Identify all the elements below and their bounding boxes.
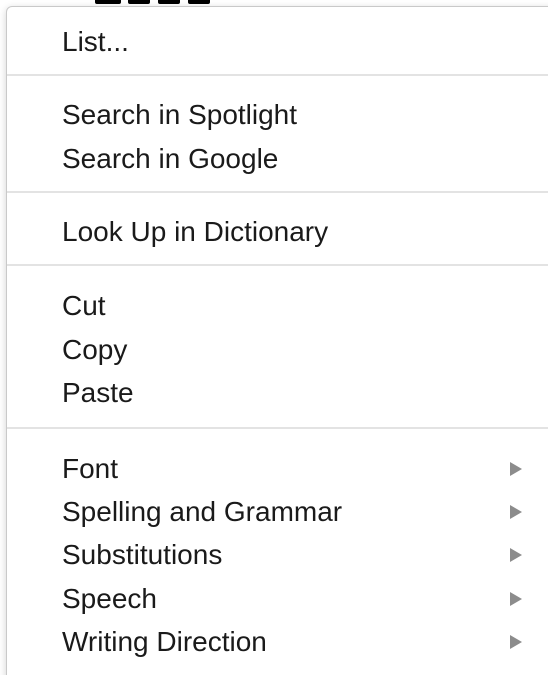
menu-item-cut[interactable]: Cut (62, 286, 542, 326)
triangle-right-icon (510, 462, 522, 476)
menu-item-writing-direction[interactable]: Writing Direction (62, 622, 542, 662)
menu-item-label: Font (62, 453, 119, 484)
menu-item-speech[interactable]: Speech (62, 579, 542, 619)
menu-item-label: Cut (62, 290, 106, 321)
menu-item-paste[interactable]: Paste (62, 373, 542, 413)
menu-separator (7, 191, 548, 193)
menu-item-label: Speech (62, 583, 157, 614)
triangle-right-icon (510, 548, 522, 562)
triangle-right-icon (510, 505, 522, 519)
menu-item-search-in-spotlight[interactable]: Search in Spotlight (62, 95, 542, 135)
menu-item-label: Copy (62, 334, 128, 365)
menu-item-label: Substitutions (62, 539, 223, 570)
context-menu: List... Search in Spotlight Search in Go… (6, 6, 548, 675)
menu-item-label: Spelling and Grammar (62, 496, 343, 527)
menu-item-label: Look Up in Dictionary (62, 216, 329, 247)
menu-item-label: Paste (62, 377, 134, 408)
menu-item-label: Search in Spotlight (62, 99, 298, 130)
menu-item-look-up-in-dictionary[interactable]: Look Up in Dictionary (62, 212, 542, 252)
menu-separator (7, 74, 548, 76)
triangle-right-icon (510, 592, 522, 606)
menu-item-copy[interactable]: Copy (62, 330, 542, 370)
menu-item-label: Search in Google (62, 143, 279, 174)
triangle-right-icon (510, 635, 522, 649)
menu-separator (7, 427, 548, 429)
menu-separator (7, 264, 548, 266)
screenshot-stage: List... Search in Spotlight Search in Go… (0, 0, 548, 675)
menu-item-list[interactable]: List... (62, 22, 542, 62)
menu-item-label: List... (62, 26, 129, 57)
menu-item-font[interactable]: Font (62, 449, 542, 489)
menu-item-substitutions[interactable]: Substitutions (62, 535, 542, 575)
menu-item-label: Writing Direction (62, 626, 267, 657)
menu-item-search-in-google[interactable]: Search in Google (62, 139, 542, 179)
menu-item-spelling-and-grammar[interactable]: Spelling and Grammar (62, 492, 542, 532)
